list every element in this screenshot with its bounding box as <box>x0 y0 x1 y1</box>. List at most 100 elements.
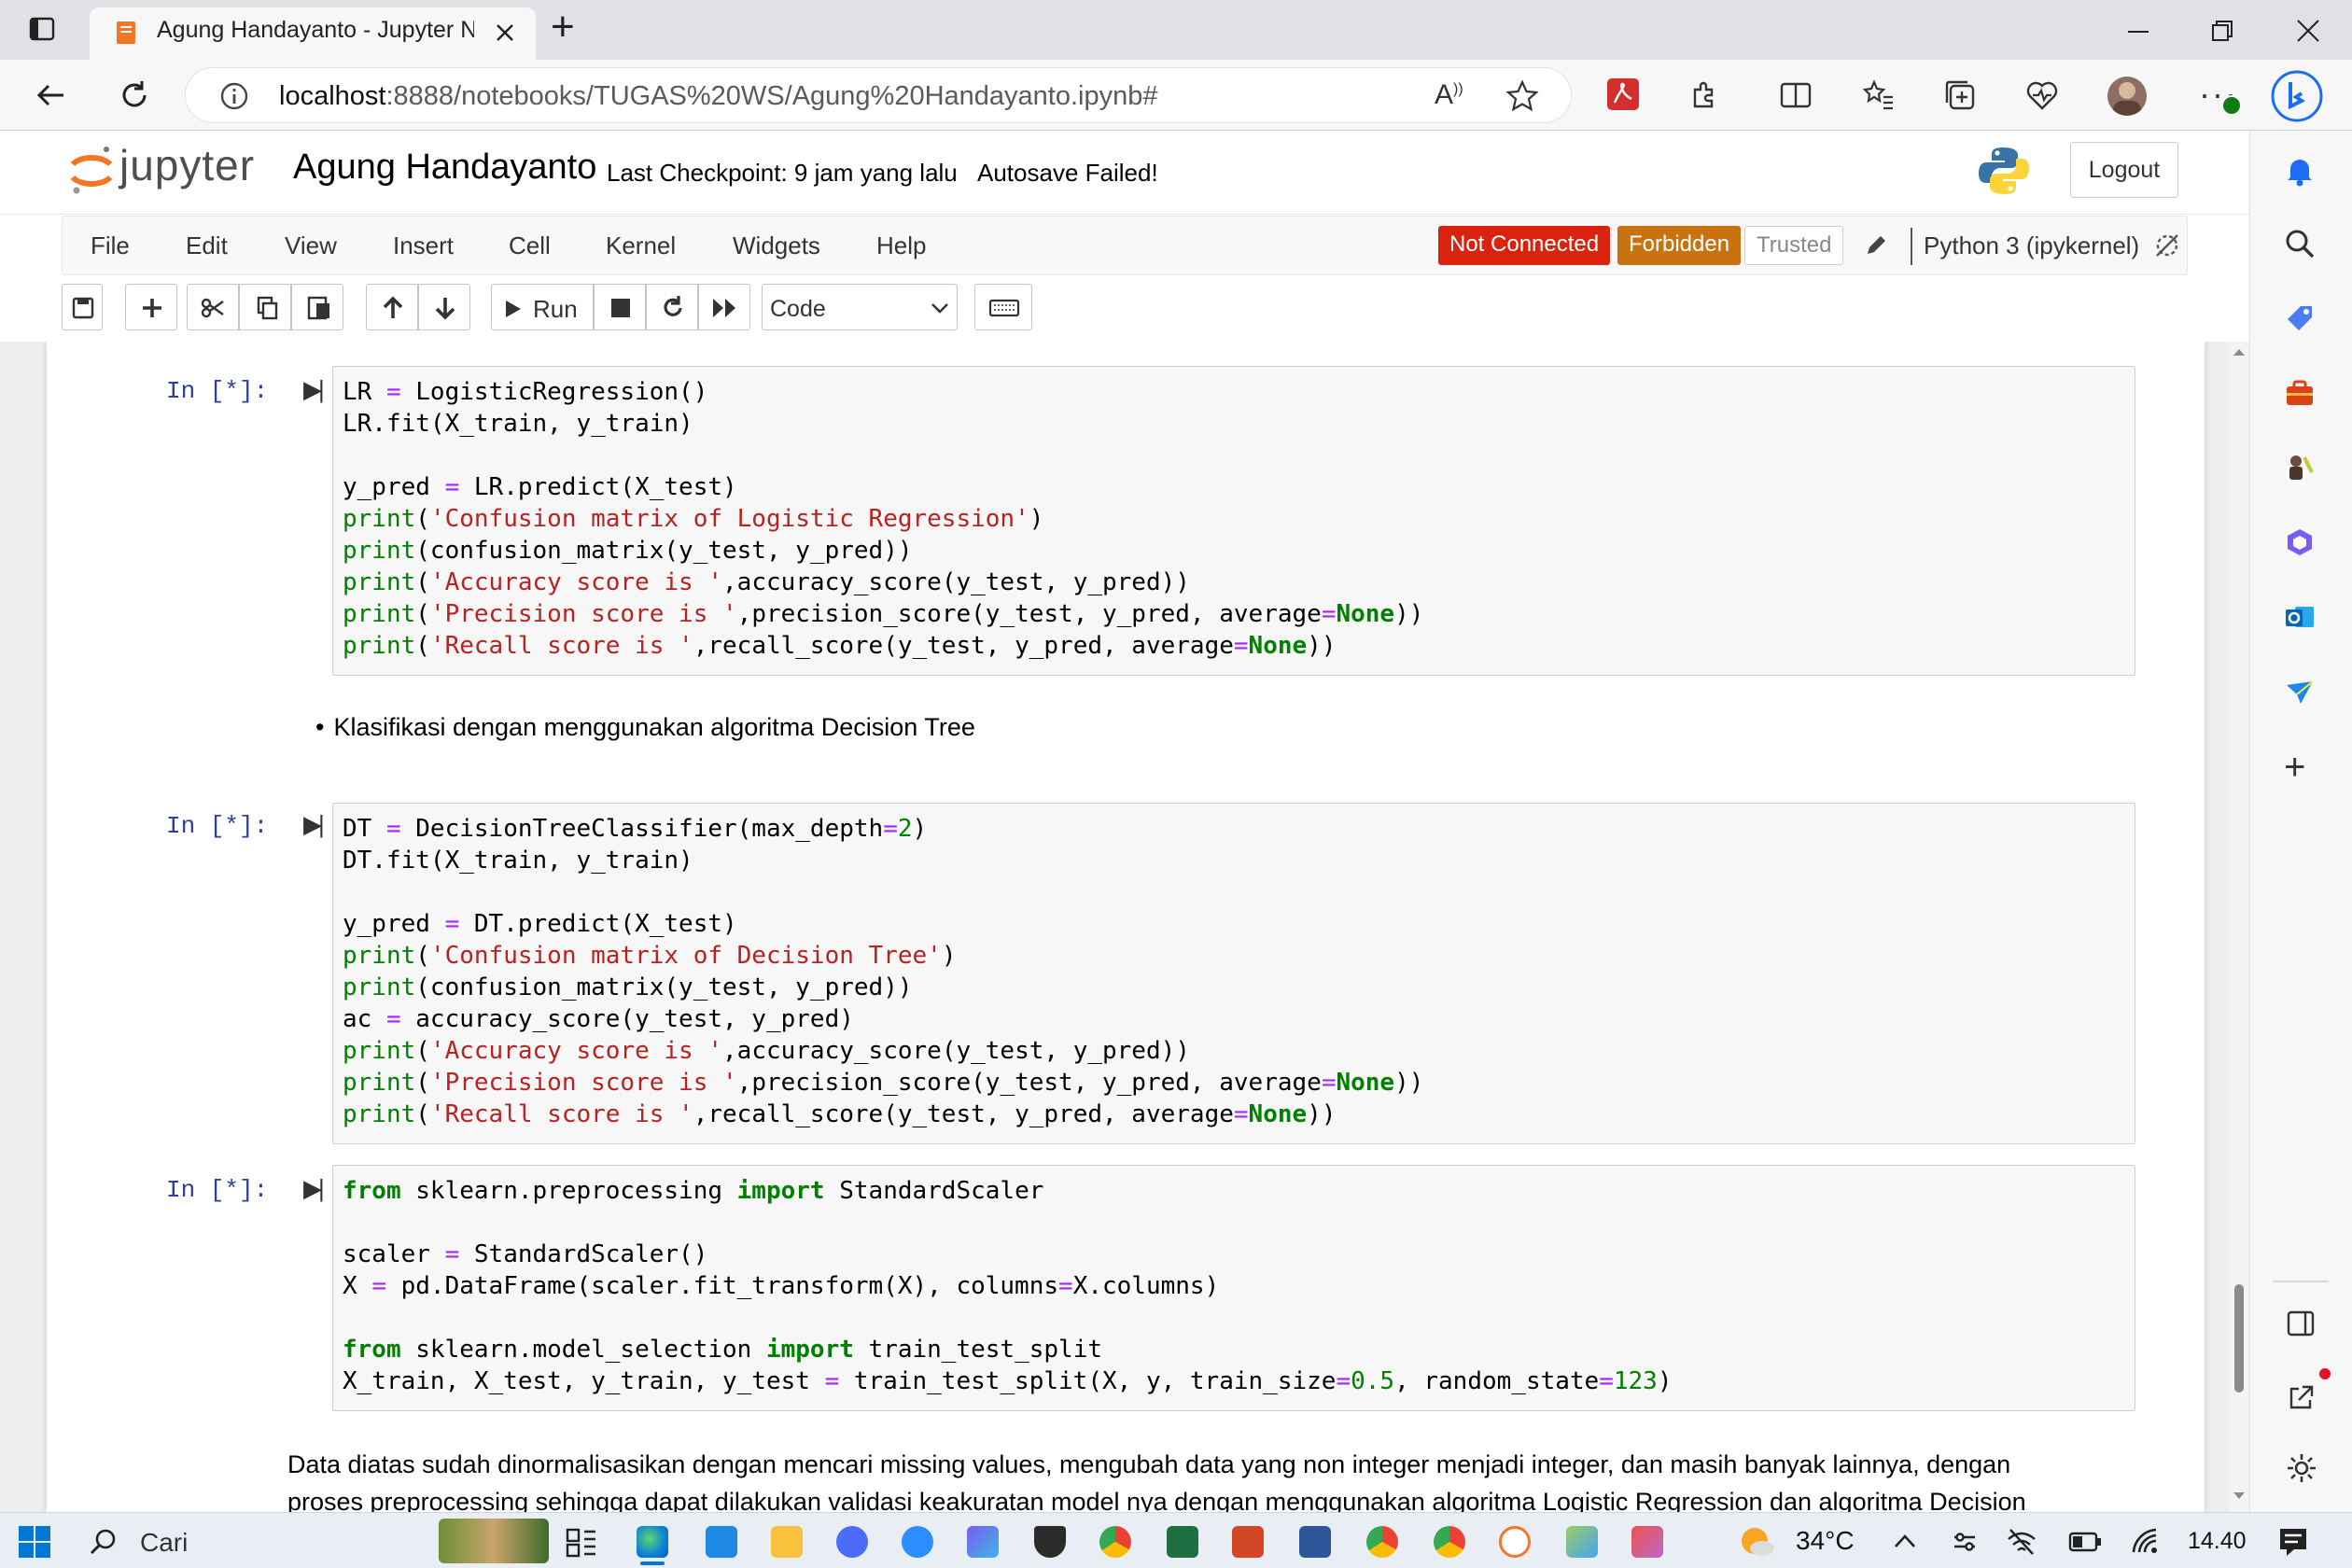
move-up-button[interactable] <box>366 284 418 330</box>
scroll-thumb[interactable] <box>2234 1284 2244 1393</box>
url-box[interactable]: localhost:8888/notebooks/TUGAS%20WS/Agun… <box>185 67 1572 123</box>
scroll-down-arrow-icon[interactable] <box>2233 1491 2246 1501</box>
file-explorer-taskbar-icon[interactable] <box>771 1526 803 1558</box>
jupyter-logo-text[interactable]: jupyter <box>119 140 255 190</box>
new-tab-button[interactable]: + <box>551 4 575 50</box>
word-taskbar-icon[interactable] <box>1299 1526 1331 1558</box>
edit-pencil-icon[interactable] <box>1864 233 1888 258</box>
trusted-badge[interactable]: Trusted <box>1744 226 1844 265</box>
add-sidebar-app-button[interactable]: + <box>2284 747 2305 789</box>
notebook-name[interactable]: Agung Handayanto <box>293 147 596 188</box>
refresh-icon[interactable] <box>118 78 151 112</box>
cell-code[interactable]: LR = LogisticRegression() LR.fit(X_train… <box>343 376 1423 662</box>
scroll-up-arrow-icon[interactable] <box>2233 347 2246 357</box>
notebook-scrollbar[interactable] <box>2229 342 2249 1512</box>
browser-essentials-icon[interactable] <box>2025 78 2059 112</box>
copy-button[interactable] <box>239 284 291 330</box>
notifications-bell-icon[interactable] <box>2284 155 2316 187</box>
send-icon[interactable] <box>2284 676 2316 707</box>
markdown-bullet-cell[interactable]: • Klasifikasi dengan menggunakan algoritm… <box>315 713 975 742</box>
shopping-tag-icon[interactable] <box>2284 302 2316 334</box>
minimize-icon[interactable] <box>2124 17 2152 45</box>
favorites-icon[interactable] <box>1861 78 1895 112</box>
chrome-profile-3-taskbar-icon[interactable] <box>1434 1526 1465 1558</box>
code-cell-decision-tree[interactable]: DT = DecisionTreeClassifier(max_depth=2)… <box>332 803 2135 1144</box>
security-shield-taskbar-icon[interactable] <box>1034 1526 1066 1558</box>
microsoft365-icon[interactable] <box>2284 526 2316 558</box>
show-hidden-icons-chevron-icon[interactable] <box>1893 1532 1917 1550</box>
code-cell-logistic-regression[interactable]: LR = LogisticRegression() LR.fit(X_train… <box>332 366 2135 676</box>
cell-code[interactable]: DT = DecisionTreeClassifier(max_depth=2)… <box>343 813 1423 1130</box>
tab-close-icon[interactable] <box>493 21 517 45</box>
run-cell-icon[interactable]: ▶| <box>303 810 325 839</box>
weather-temperature[interactable]: 34°C <box>1796 1526 1855 1556</box>
restart-kernel-button[interactable] <box>646 284 698 330</box>
copilot-taskbar-icon[interactable] <box>967 1526 999 1558</box>
logout-button[interactable]: Logout <box>2070 142 2178 198</box>
windows-start-icon[interactable] <box>19 1526 50 1558</box>
extensions-icon[interactable] <box>1687 78 1721 112</box>
favorite-star-icon[interactable] <box>1505 79 1539 113</box>
markdown-paragraph-line[interactable]: proses preprocessing sehingga dapat dila… <box>287 1488 2026 1512</box>
menu-help[interactable]: Help <box>876 231 926 260</box>
run-cell-icon[interactable]: ▶| <box>303 1174 325 1203</box>
kernel-name[interactable]: Python 3 (ipykernel) <box>1924 231 2139 260</box>
sidebar-settings-gear-icon[interactable] <box>2286 1452 2317 1484</box>
menu-file[interactable]: File <box>91 231 130 260</box>
cell-type-select[interactable]: Code <box>762 284 958 330</box>
excel-taskbar-icon[interactable] <box>1167 1526 1198 1558</box>
paint-taskbar-icon[interactable] <box>1566 1526 1598 1558</box>
paste-button[interactable] <box>291 284 343 330</box>
close-window-icon[interactable] <box>2294 17 2322 45</box>
chrome-profile-2-taskbar-icon[interactable] <box>1366 1526 1398 1558</box>
tab-actions-icon[interactable] <box>28 15 56 43</box>
outlook-icon[interactable] <box>2284 601 2316 633</box>
forbidden-badge[interactable]: Forbidden <box>1617 226 1742 265</box>
battery-icon[interactable] <box>2068 1530 2102 1554</box>
insert-cell-button[interactable] <box>125 284 177 330</box>
browser-tab-active[interactable]: Agung Handayanto - Jupyter Notebook <box>90 7 536 60</box>
back-icon[interactable] <box>34 78 67 112</box>
mail-taskbar-icon[interactable] <box>706 1526 737 1558</box>
snipping-tool-taskbar-icon[interactable] <box>1631 1526 1663 1558</box>
menu-widgets[interactable]: Widgets <box>733 231 820 260</box>
menu-view[interactable]: View <box>285 231 337 260</box>
tray-settings-icon[interactable] <box>1951 1528 1979 1556</box>
edge-taskbar-icon[interactable] <box>637 1526 668 1558</box>
restart-run-all-button[interactable] <box>698 284 750 330</box>
wifi-icon[interactable] <box>2130 1526 2160 1556</box>
jupyter-taskbar-icon[interactable] <box>1499 1526 1531 1558</box>
save-button[interactable] <box>62 284 103 330</box>
network-offline-icon[interactable] <box>2007 1528 2037 1556</box>
profile-avatar[interactable] <box>2107 77 2147 116</box>
menu-edit[interactable]: Edit <box>186 231 228 260</box>
run-button[interactable]: Run <box>491 284 594 330</box>
menu-kernel[interactable]: Kernel <box>606 231 676 260</box>
cut-button[interactable] <box>187 284 239 330</box>
command-palette-button[interactable] <box>974 284 1032 330</box>
collections-icon[interactable] <box>1943 78 1977 112</box>
zoom-taskbar-icon[interactable] <box>902 1526 933 1558</box>
url-text[interactable]: localhost:8888/notebooks/TUGAS%20WS/Agun… <box>279 81 1158 112</box>
interrupt-kernel-button[interactable] <box>594 284 646 330</box>
hide-sidebar-icon[interactable] <box>2286 1309 2316 1338</box>
run-cell-icon[interactable]: ▶| <box>303 375 325 404</box>
markdown-paragraph-line[interactable]: Data diatas sudah dinormalisasikan denga… <box>287 1450 2010 1479</box>
cell-code[interactable]: from sklearn.preprocessing import Standa… <box>343 1175 1673 1397</box>
code-cell-standard-scaler[interactable]: from sklearn.preprocessing import Standa… <box>332 1165 2135 1411</box>
read-aloud-icon[interactable]: A)) <box>1435 79 1463 111</box>
notification-center-icon[interactable] <box>2277 1526 2309 1558</box>
external-link-icon[interactable] <box>2286 1383 2316 1413</box>
restore-icon[interactable] <box>2208 17 2236 45</box>
taskbar-clock[interactable]: 14.40 <box>2188 1528 2247 1555</box>
menu-insert[interactable]: Insert <box>393 231 454 260</box>
search-icon[interactable] <box>2284 228 2316 259</box>
split-screen-icon[interactable] <box>1779 78 1813 112</box>
site-info-icon[interactable] <box>219 81 249 111</box>
task-view-icon[interactable] <box>566 1526 597 1558</box>
chrome-taskbar-icon[interactable] <box>1099 1526 1131 1558</box>
chat-taskbar-icon[interactable] <box>836 1526 868 1558</box>
acrobat-icon[interactable] <box>1605 77 1641 112</box>
tools-briefcase-icon[interactable] <box>2284 377 2316 409</box>
powerpoint-taskbar-icon[interactable] <box>1232 1526 1264 1558</box>
